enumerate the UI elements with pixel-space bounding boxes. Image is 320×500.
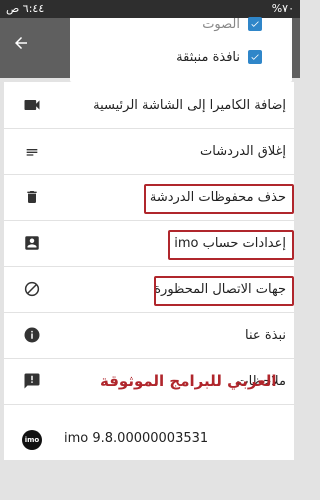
menu-item-label: نبذة عنا bbox=[245, 327, 286, 343]
version-label: imo 9.8.00000003531 bbox=[64, 431, 209, 446]
floating-window-checkbox[interactable] bbox=[248, 50, 262, 64]
settings-dialog-fragment: الصوت نافذة منبثقة bbox=[70, 17, 292, 82]
highlight-account-settings bbox=[168, 230, 294, 260]
version-row: imo imo 9.8.00000003531 bbox=[4, 420, 294, 460]
imo-logo-icon: imo bbox=[22, 430, 42, 450]
arrow-back-icon bbox=[15, 37, 27, 49]
menu-item-close-chats[interactable]: إغلاق الدردشات bbox=[4, 128, 294, 175]
menu-item-add-camera-shortcut[interactable]: إضافة الكاميرا إلى الشاشة الرئيسية bbox=[4, 82, 294, 129]
watermark-text: العربي للبرامج الموثوقة bbox=[100, 372, 277, 390]
block-icon bbox=[22, 279, 42, 299]
account-box-icon bbox=[22, 233, 42, 253]
menu-item-label: إضافة الكاميرا إلى الشاشة الرئيسية bbox=[93, 97, 286, 113]
menu-item-about[interactable]: نبذة عنا bbox=[4, 312, 294, 359]
sound-option[interactable]: الصوت bbox=[202, 12, 262, 36]
sound-label: الصوت bbox=[202, 16, 240, 32]
sound-checkbox[interactable] bbox=[248, 17, 262, 31]
status-battery: %٧٠ bbox=[271, 2, 294, 15]
back-button[interactable] bbox=[6, 28, 36, 58]
trash-icon bbox=[22, 187, 42, 207]
highlight-delete-chat-history bbox=[144, 184, 294, 214]
short-text-icon bbox=[22, 141, 42, 161]
status-time: ٦:٤٤ ص bbox=[6, 2, 45, 15]
feedback-icon bbox=[22, 371, 42, 391]
highlight-blocked-contacts bbox=[154, 276, 294, 306]
floating-window-label: نافذة منبثقة bbox=[176, 49, 240, 65]
info-icon bbox=[22, 325, 42, 345]
video-camera-icon bbox=[22, 95, 42, 115]
floating-window-option[interactable]: نافذة منبثقة bbox=[176, 45, 262, 69]
settings-menu: إضافة الكاميرا إلى الشاشة الرئيسية إغلاق… bbox=[4, 82, 294, 458]
menu-item-label: إغلاق الدردشات bbox=[200, 143, 286, 159]
bottom-strip bbox=[0, 460, 300, 500]
